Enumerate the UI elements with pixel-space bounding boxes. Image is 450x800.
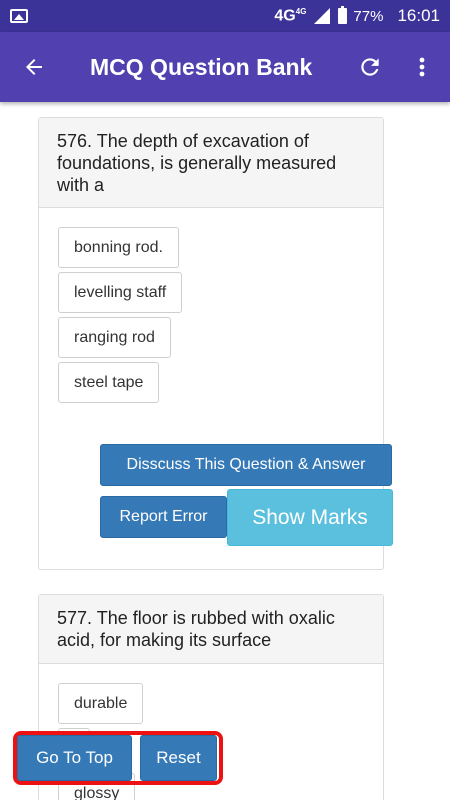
signal-icon	[314, 8, 331, 24]
more-vert-icon	[419, 57, 425, 77]
arrow-left-icon	[26, 59, 42, 75]
status-bar: 4G4G 77% 16:01	[0, 0, 450, 32]
option-d[interactable]: steel tape	[58, 362, 160, 403]
option-a[interactable]: durable	[58, 683, 144, 724]
option-c[interactable]: ranging rod	[58, 317, 171, 358]
show-marks-button[interactable]: Show Marks	[227, 489, 393, 546]
image-notification-icon	[10, 9, 28, 23]
page-title: MCQ Question Bank	[90, 54, 313, 80]
status-indicators: 4G4G 77% 16:01	[274, 0, 440, 32]
discuss-button[interactable]: Disscuss This Question & Answer	[100, 444, 392, 486]
battery-level: 77%	[353, 7, 384, 25]
question-text: 577. The floor is rubbed with oxalic aci…	[39, 595, 383, 664]
app-bar: MCQ Question Bank	[0, 32, 450, 102]
overflow-menu-button[interactable]	[408, 49, 436, 85]
battery-icon	[338, 6, 348, 24]
question-text: 576. The depth of excavation of foundati…	[39, 118, 383, 208]
refresh-button[interactable]	[352, 49, 388, 85]
option-a[interactable]: bonning rod.	[58, 227, 179, 268]
option-b[interactable]: levelling staff	[58, 272, 183, 313]
network-type: 4G4G	[274, 6, 307, 25]
question-card: 576. The depth of excavation of foundati…	[38, 117, 393, 570]
options-list: bonning rod. levelling staff ranging rod…	[39, 208, 383, 407]
clock: 16:01	[397, 6, 440, 25]
reset-button[interactable]: Reset	[140, 735, 217, 781]
refresh-icon	[361, 58, 379, 76]
go-to-top-button[interactable]: Go To Top	[17, 735, 132, 781]
report-error-button[interactable]: Report Error	[100, 496, 227, 538]
back-button[interactable]	[16, 49, 52, 85]
question-list[interactable]: 576. The depth of excavation of foundati…	[0, 102, 450, 800]
